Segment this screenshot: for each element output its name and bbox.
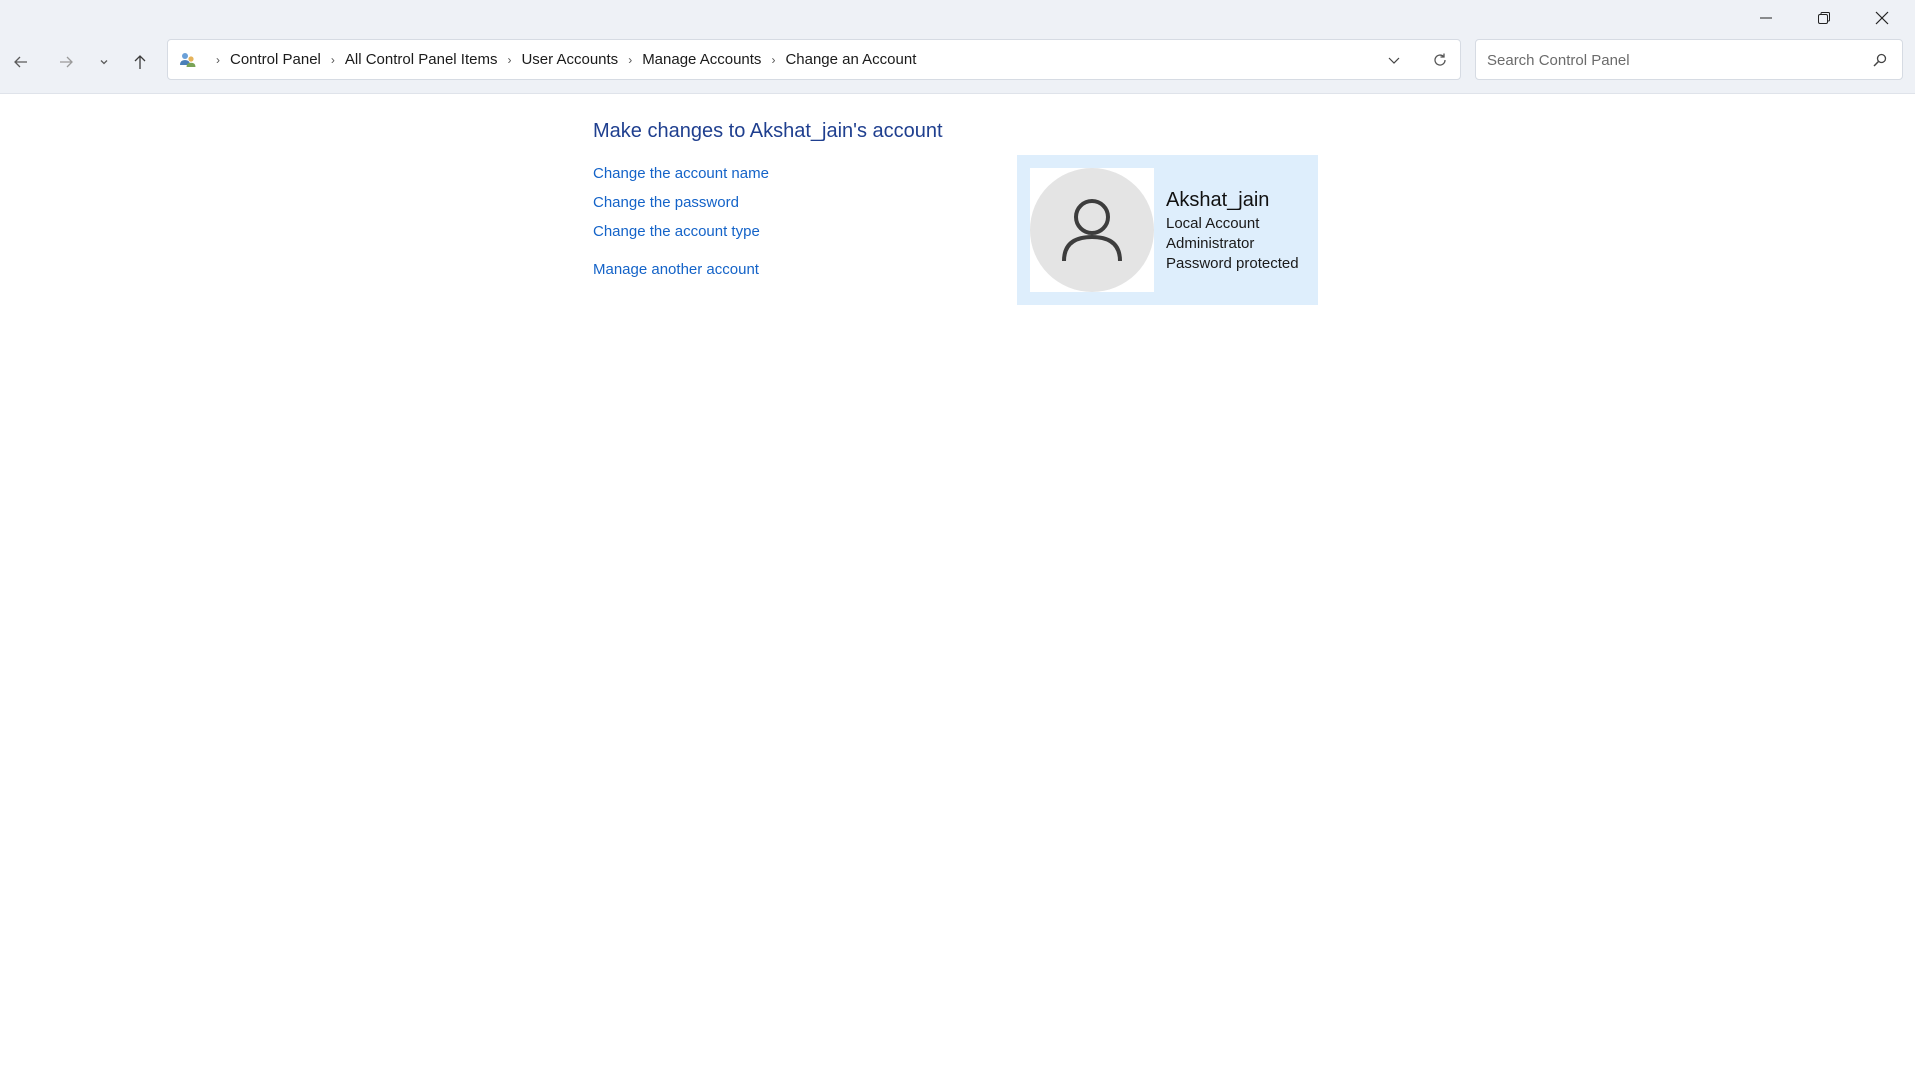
restore-button[interactable] [1795,0,1853,36]
breadcrumb-separator-icon: › [507,52,512,67]
title-bar [0,0,1915,36]
arrow-up-icon [134,55,146,69]
change-password-link[interactable]: Change the password [593,194,739,211]
recent-locations-button[interactable] [88,46,120,78]
chevron-down-icon [100,60,108,65]
breadcrumb-separator-icon: › [628,52,633,67]
chevron-down-icon [1388,57,1400,64]
manage-another-account-link[interactable]: Manage another account [593,261,759,278]
control-panel-users-icon [180,52,196,67]
arrow-left-icon [14,56,27,68]
page-title: Make changes to Akshat_jain's account [593,120,943,142]
breadcrumb: › Control Panel › All Control Panel Item… [178,40,916,79]
breadcrumb-item-control-panel[interactable]: Control Panel [230,51,321,68]
breadcrumb-item-user-accounts[interactable]: User Accounts [521,51,618,68]
back-button[interactable] [5,46,37,78]
refresh-icon [1434,53,1446,66]
account-type: Local Account [1166,215,1260,232]
address-history-button[interactable] [1382,48,1406,72]
refresh-button[interactable] [1428,48,1452,72]
breadcrumb-item-change-account[interactable]: Change an Account [785,51,916,68]
account-status: Password protected [1166,255,1299,272]
minimize-button[interactable] [1737,0,1795,36]
change-account-name-link[interactable]: Change the account name [593,165,769,182]
address-bar[interactable]: › Control Panel › All Control Panel Item… [167,39,1461,80]
account-name: Akshat_jain [1166,189,1270,211]
breadcrumb-item-all-items[interactable]: All Control Panel Items [345,51,498,68]
forward-button[interactable] [50,46,82,78]
breadcrumb-separator-icon: › [771,52,776,67]
change-account-type-link[interactable]: Change the account type [593,223,760,240]
search-input[interactable] [1485,40,1859,81]
avatar-frame [1030,168,1154,292]
up-button[interactable] [124,46,156,78]
search-box[interactable] [1475,39,1903,81]
minimize-icon [1760,17,1772,19]
account-role: Administrator [1166,235,1255,252]
breadcrumb-separator-icon: › [330,52,335,67]
close-button[interactable] [1853,0,1911,36]
navigation-bar: › Control Panel › All Control Panel Item… [0,36,1915,94]
search-icon[interactable] [1870,50,1890,70]
close-icon [1875,11,1889,25]
avatar [1030,168,1154,292]
breadcrumb-separator-icon: › [216,52,220,67]
user-avatar-icon [1062,199,1122,262]
breadcrumb-item-manage-accounts[interactable]: Manage Accounts [642,51,761,68]
account-card: Akshat_jain Local Account Administrator … [1017,155,1318,305]
restore-icon [1818,12,1830,24]
arrow-right-icon [60,56,73,68]
